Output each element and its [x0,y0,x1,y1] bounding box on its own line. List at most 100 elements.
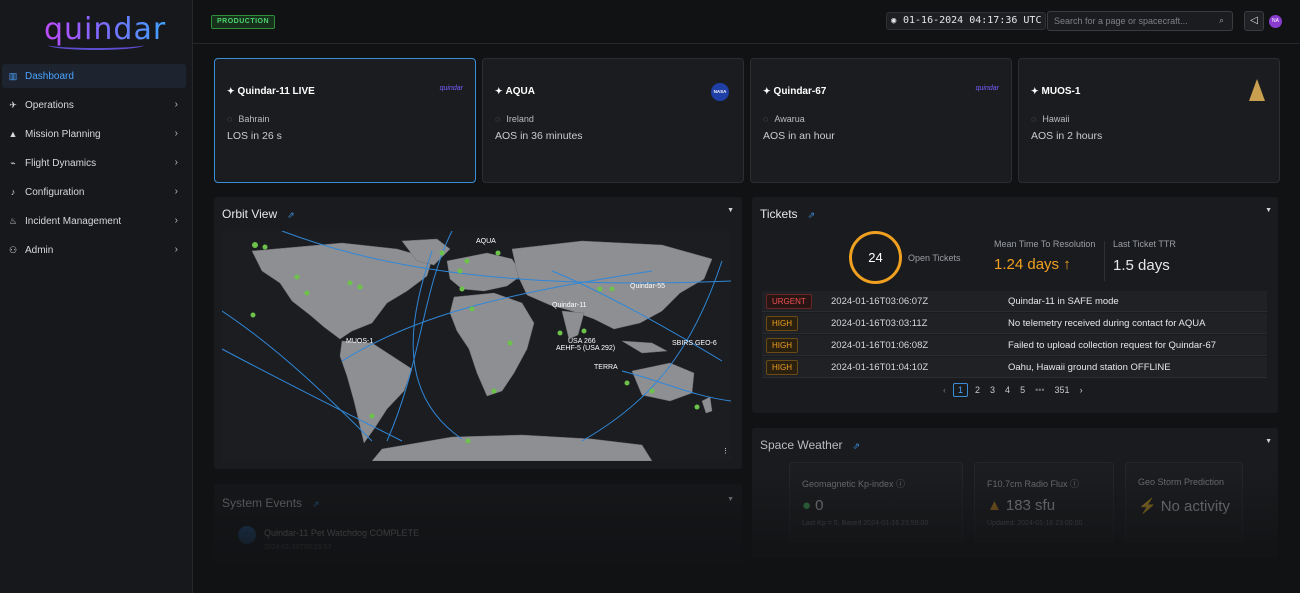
pager-page[interactable]: 351 [1055,385,1070,395]
quindar-brand-logo: quindar [439,85,463,92]
megaphone-icon: ◁ [1250,15,1258,26]
world-map: AQUA Quindar-55 Quindar-11 MUOS-1 USA 26… [221,230,732,462]
orbit-label: AEHF-5 (USA 292) [556,345,615,352]
last-ttr-label: Last Ticket TTR [1113,239,1176,249]
ticket-row[interactable]: HIGH 2024-01-16T01:04:10Z Oahu, Hawaii g… [762,357,1267,378]
pager-next-icon[interactable]: › [1080,385,1083,395]
sidebar-item-label: Flight Dynamics [25,157,97,169]
ticket-description: Quindar-11 in SAFE mode [1008,296,1119,307]
pass-card-status: LOS in 26 s [227,130,282,142]
ticket-row[interactable]: HIGH 2024-01-16T01:06:08Z Failed to uplo… [762,335,1267,356]
collapse-caret-icon[interactable]: ▼ [727,496,734,503]
pass-card-quindar-11[interactable]: ✦ Quindar-11 LIVE quindar ◌ Bahrain LOS in… [214,58,476,183]
avatar[interactable]: NA [1269,15,1282,28]
kp-index-value: ● 0 [802,497,824,514]
chevron-right-icon: › [174,157,178,168]
external-link-icon[interactable]: ⇗ [808,210,816,221]
pass-card-title: ✦ Quindar-11 LIVE [227,86,315,97]
antenna-icon: ◌ [763,114,769,124]
sidebar-item-configuration[interactable]: ♪ Configuration › [2,180,186,204]
lightning-icon: ⚡ [1138,498,1157,515]
sidebar-item-dashboard[interactable]: ▥ Dashboard [2,64,186,88]
external-link-icon[interactable]: ⇗ [853,441,861,452]
collapse-caret-icon[interactable]: ▼ [1265,438,1272,445]
more-options-icon: ⋮ [722,448,729,455]
users-icon: ⚇ [8,245,18,255]
sidebar-item-incident-management[interactable]: ♨ Incident Management › [2,209,186,233]
antenna-icon: ◌ [227,114,233,124]
pass-card-location: ◌ Awarua [763,114,805,124]
chevron-right-icon: › [174,99,178,110]
satellite-icon: ✦ [1031,86,1039,96]
sidebar-item-operations[interactable]: ✈ Operations › [2,93,186,117]
radio-flux-updated: Updated: 2024-01-16 23:00:00 [987,520,1083,527]
sidebar-item-label: Dashboard [25,70,74,82]
open-tickets-label: Open Tickets [908,253,961,263]
top-bar: PRODUCTION ◉ 01-16-2024 04:17:36 UTC ⌕ ◁… [193,0,1300,44]
ticket-row[interactable]: URGENT 2024-01-16T03:06:07Z Quindar-11 i… [762,291,1267,312]
pass-card-aqua[interactable]: ✦ AQUA NASA ◌ Ireland AOS in 36 minutes [482,58,744,183]
pager-page[interactable]: 1 [953,383,969,397]
antenna-icon: ◌ [495,114,501,124]
geo-storm-label: Geo Storm Prediction [1138,477,1225,487]
tent-icon: ▲ [8,129,18,139]
collapse-caret-icon[interactable]: ▼ [1265,207,1272,214]
geo-storm-card: Geo Storm Prediction ⚡ No activity [1125,462,1243,542]
geo-storm-value: ⚡ No activity [1138,498,1230,515]
external-link-icon[interactable]: ⇗ [287,210,295,221]
announcement-button[interactable]: ◁ [1244,11,1264,31]
ticket-row[interactable]: HIGH 2024-01-16T03:03:11Z No telemetry r… [762,313,1267,334]
last-ttr-value: 1.5 days [1113,257,1170,274]
event-title: Quindar-11 Pet Watchdog COMPLETE [264,528,420,538]
kp-index-updated: Last Kp = 0, Based 2024-01-16 23:59:00 [802,520,929,527]
pager-page[interactable]: 3 [990,385,995,395]
pager-page[interactable]: 4 [1005,385,1010,395]
pass-card-quindar-67[interactable]: ✦ Quindar-67 quindar ◌ Awarua AOS in an ho… [750,58,1012,183]
space-weather-panel: Space Weather ⇗ ▼ Geomagnetic Kp-index ⓘ … [752,428,1278,558]
pass-card-title: ✦ Quindar-67 [763,86,827,97]
satellite-icon: ✦ [763,86,771,96]
pager-page[interactable]: 2 [975,385,980,395]
search-input[interactable] [1047,11,1233,31]
utc-clock: ◉ 01-16-2024 04:17:36 UTC [886,12,1047,30]
panel-title: Orbit View ⇗ [222,207,295,221]
nasa-logo: NASA [711,83,729,101]
collapse-caret-icon[interactable]: ▼ [727,207,734,214]
orbit-view-panel: Orbit View ⇗ ▼ AQUA Quindar-55 Quindar-1… [214,197,742,469]
environment-badge: PRODUCTION [211,15,276,29]
panel-title: Space Weather ⇗ [760,438,861,452]
antenna-icon: ◌ [1031,114,1037,124]
pass-card-location: ◌ Hawaii [1031,114,1070,124]
ticket-time: 2024-01-16T01:04:10Z [831,362,929,373]
orbit-label: MUOS-1 [346,338,373,345]
logo-arc [48,40,144,50]
clock-text: 01-16-2024 04:17:36 UTC [903,15,1042,26]
sidebar-item-flight-dynamics[interactable]: ⌁ Flight Dynamics › [2,151,186,175]
pass-card-status: AOS in 2 hours [1031,130,1103,142]
pass-card-muos-1[interactable]: ✦ MUOS-1 ◌ Hawaii AOS in 2 hours [1018,58,1280,183]
globe-icon: ◉ [891,16,897,26]
chart-icon: ▥ [8,71,18,81]
kp-index-card: Geomagnetic Kp-index ⓘ ● 0 Last Kp = 0, B… [789,462,963,542]
pass-card-title: ✦ MUOS-1 [1031,86,1081,97]
ticket-description: No telemetry received during contact for… [1008,318,1206,329]
orbit-label: USA 266 [568,338,596,345]
pager-prev-icon[interactable]: ‹ [943,385,946,395]
panel-title: System Events ⇗ [222,496,320,510]
external-link-icon[interactable]: ⇗ [312,499,320,510]
mttr-label: Mean Time To Resolution [994,239,1096,249]
sidebar-item-mission-planning[interactable]: ▲ Mission Planning › [2,122,186,146]
search-icon[interactable]: ⌕ [1219,15,1224,26]
orbit-label: Quindar-55 [630,283,665,290]
ticket-description: Oahu, Hawaii ground station OFFLINE [1008,362,1171,373]
orbit-map[interactable]: AQUA Quindar-55 Quindar-11 MUOS-1 USA 26… [221,230,732,462]
sidebar: quindar ▥ Dashboard ✈ Operations › ▲ Mis… [0,0,193,593]
quindar-brand-logo: quindar [975,85,999,92]
sidebar-item-admin[interactable]: ⚇ Admin › [2,238,186,262]
pager-page[interactable]: 5 [1020,385,1025,395]
pass-card-title: ✦ AQUA [495,86,535,97]
system-events-panel: System Events ⇗ ▼ Quindar-11 Pet Watchdog… [214,484,742,564]
tickets-panel: Tickets ⇗ ▼ 24 Open Tickets Mean Time To … [752,197,1278,413]
event-icon [238,526,256,544]
satellite-icon: ✦ [495,86,503,96]
